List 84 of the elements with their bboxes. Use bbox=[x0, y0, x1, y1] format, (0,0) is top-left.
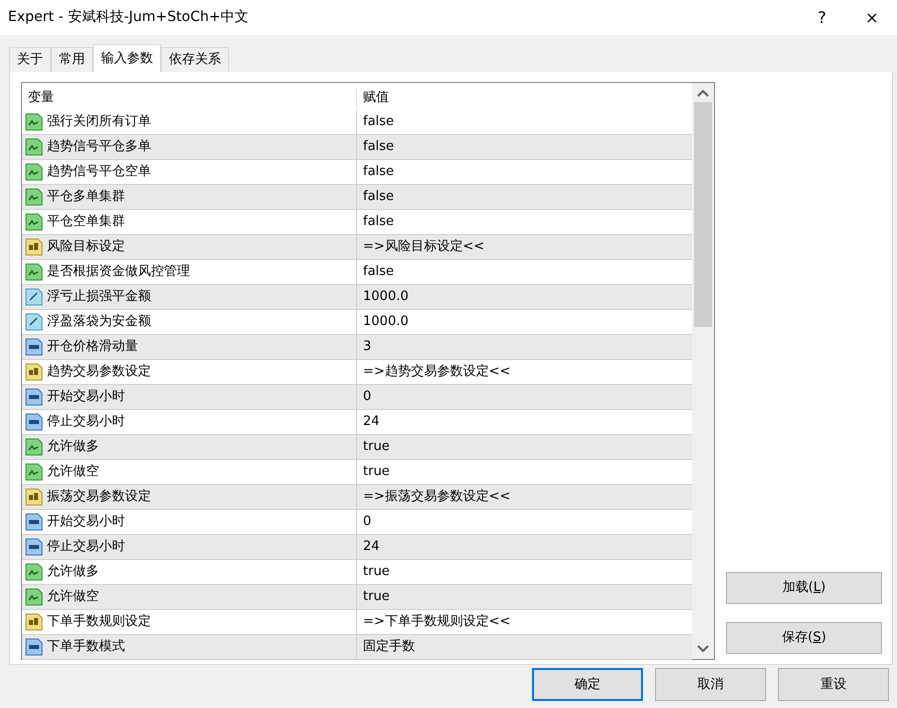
number-type-icon bbox=[25, 638, 43, 656]
boolean-type-icon bbox=[25, 438, 43, 456]
parameter-value[interactable]: =>风险目标设定<< bbox=[357, 235, 485, 259]
variable-name: 允许做多 bbox=[47, 563, 99, 582]
close-button[interactable]: × bbox=[847, 4, 897, 30]
window-title: Expert - 安斌科技-Jum+StoCh+中文 bbox=[8, 8, 250, 27]
variable-name: 开仓价格滑动量 bbox=[47, 338, 138, 356]
number-type-icon bbox=[25, 388, 43, 406]
number-type-icon bbox=[25, 413, 43, 431]
parameter-value[interactable]: false bbox=[357, 135, 394, 159]
variable-name: 风险目标设定 bbox=[47, 238, 125, 256]
text-type-icon bbox=[25, 238, 43, 256]
text-type-icon bbox=[25, 613, 43, 631]
tab[interactable]: 输入参数 bbox=[93, 44, 161, 72]
parameter-value[interactable]: =>下单手数规则设定<< bbox=[357, 610, 511, 634]
scroll-down-icon[interactable] bbox=[697, 645, 709, 653]
number-type-icon bbox=[25, 338, 43, 356]
variable-name: 允许做空 bbox=[47, 588, 99, 606]
parameter-value[interactable]: 1000.0 bbox=[357, 285, 408, 309]
variable-name: 振荡交易参数设定 bbox=[47, 488, 151, 506]
variable-name: 趋势信号平仓多单 bbox=[47, 138, 151, 156]
variable-name: 允许做空 bbox=[47, 463, 99, 482]
boolean-type-icon bbox=[25, 563, 43, 581]
parameter-value[interactable]: false bbox=[357, 210, 394, 234]
fraction-type-icon bbox=[25, 313, 43, 331]
scroll-up-icon[interactable] bbox=[697, 89, 709, 97]
parameter-value[interactable]: false bbox=[357, 160, 394, 184]
parameter-value[interactable]: 24 bbox=[357, 410, 380, 434]
variable-name: 停止交易小时 bbox=[47, 413, 125, 432]
parameter-value[interactable]: true bbox=[357, 585, 390, 609]
parameter-value[interactable]: false bbox=[357, 185, 394, 209]
parameter-value[interactable]: 0 bbox=[357, 510, 372, 534]
parameter-value[interactable]: true bbox=[357, 560, 390, 584]
boolean-type-icon bbox=[25, 263, 43, 281]
text-type-icon bbox=[25, 363, 43, 381]
boolean-type-icon bbox=[25, 138, 43, 156]
number-type-icon bbox=[25, 513, 43, 531]
variable-name: 是否根据资金做风控管理 bbox=[47, 263, 190, 282]
parameter-value[interactable]: false bbox=[357, 260, 394, 284]
parameter-value[interactable]: 3 bbox=[357, 335, 372, 359]
scroll-thumb[interactable] bbox=[694, 102, 712, 327]
number-type-icon bbox=[25, 538, 43, 556]
variable-name: 下单手数模式 bbox=[47, 638, 125, 656]
variable-name: 平仓多单集群 bbox=[47, 188, 125, 206]
variable-name: 趋势信号平仓空单 bbox=[47, 163, 151, 182]
parameter-value[interactable]: =>振荡交易参数设定<< bbox=[357, 485, 511, 509]
variable-name: 浮亏止损强平金额 bbox=[47, 288, 151, 306]
column-header: 变量 bbox=[22, 88, 357, 107]
parameter-value[interactable]: 24 bbox=[357, 535, 380, 559]
parameter-value[interactable]: false bbox=[357, 110, 394, 134]
text-type-icon bbox=[25, 488, 43, 506]
dialog-button[interactable]: 重设 bbox=[778, 668, 889, 701]
boolean-type-icon bbox=[25, 463, 43, 481]
side-button[interactable]: 加载(L) bbox=[726, 572, 882, 604]
variable-name: 浮盈落袋为安金额 bbox=[47, 313, 151, 332]
parameter-value[interactable]: true bbox=[357, 435, 390, 459]
dialog-button[interactable]: 确定 bbox=[532, 668, 643, 701]
variable-name: 下单手数规则设定 bbox=[47, 613, 151, 632]
boolean-type-icon bbox=[25, 588, 43, 606]
boolean-type-icon bbox=[25, 188, 43, 206]
side-button[interactable]: 保存(S) bbox=[726, 622, 882, 654]
variable-name: 开始交易小时 bbox=[47, 513, 125, 532]
parameter-value[interactable]: 1000.0 bbox=[357, 310, 408, 334]
variable-name: 强行关闭所有订单 bbox=[47, 113, 151, 132]
variable-name: 开始交易小时 bbox=[47, 388, 125, 406]
parameter-value[interactable]: 固定手数 bbox=[357, 635, 415, 659]
help-button[interactable]: ? bbox=[797, 4, 847, 30]
parameter-value[interactable]: true bbox=[357, 460, 390, 484]
boolean-type-icon bbox=[25, 163, 43, 181]
parameter-value[interactable]: =>趋势交易参数设定<< bbox=[357, 360, 511, 384]
variable-name: 停止交易小时 bbox=[47, 538, 125, 556]
tab[interactable]: 依存关系 bbox=[161, 47, 229, 72]
parameter-value[interactable]: 0 bbox=[357, 385, 372, 409]
boolean-type-icon bbox=[25, 113, 43, 131]
variable-name: 趋势交易参数设定 bbox=[47, 363, 151, 382]
column-header: 赋值 bbox=[362, 88, 389, 106]
scrollbar[interactable] bbox=[692, 83, 714, 659]
fraction-type-icon bbox=[25, 288, 43, 306]
tab[interactable]: 关于 bbox=[9, 47, 51, 72]
dialog-button[interactable]: 取消 bbox=[655, 668, 766, 701]
variable-name: 允许做多 bbox=[47, 438, 99, 456]
variable-name: 平仓空单集群 bbox=[47, 213, 125, 232]
tab[interactable]: 常用 bbox=[51, 47, 93, 72]
boolean-type-icon bbox=[25, 213, 43, 231]
